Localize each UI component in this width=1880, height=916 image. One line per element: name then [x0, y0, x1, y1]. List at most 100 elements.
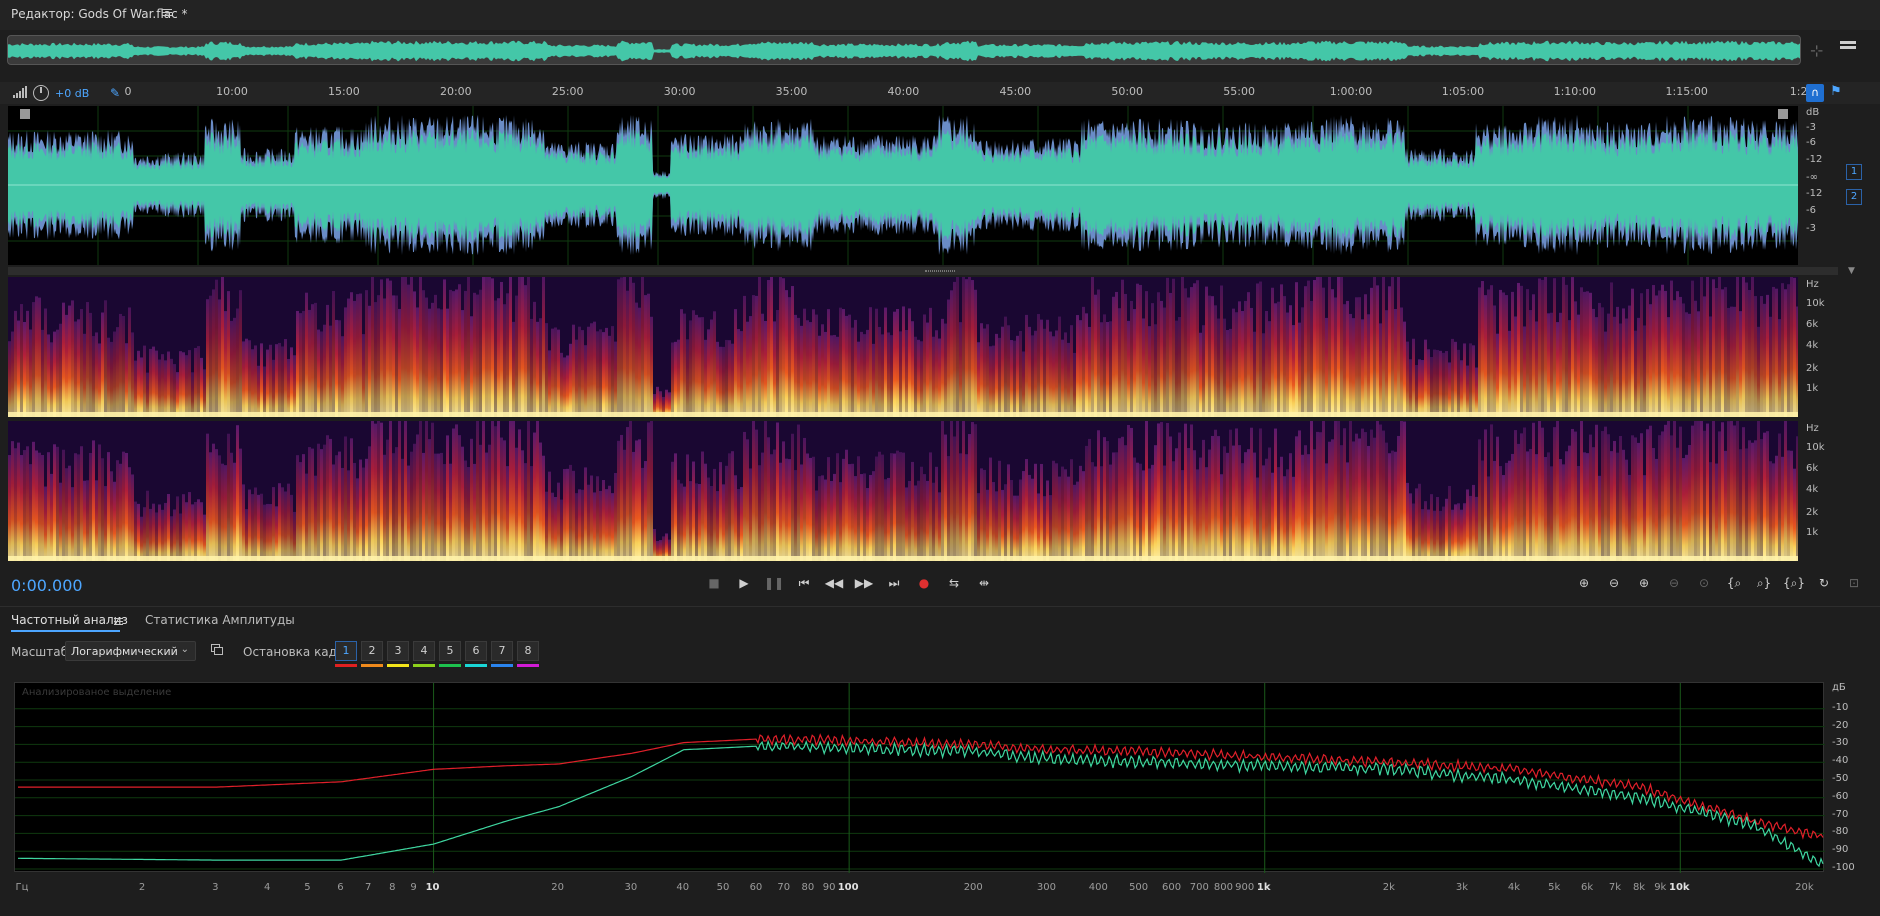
- freeze-frame-button-3[interactable]: 3: [387, 641, 409, 661]
- zoom-selection-button[interactable]: ⊙: [1692, 574, 1716, 592]
- ruler-tick-label: 1:2: [1789, 85, 1808, 98]
- hz-scale-label: 6k: [1806, 319, 1819, 330]
- hz-scale-label: 1k: [1806, 527, 1819, 538]
- copy-icon[interactable]: [211, 644, 224, 656]
- spectrogram-channel-1[interactable]: [8, 277, 1798, 417]
- reset-zoom-button[interactable]: ↻: [1812, 574, 1836, 592]
- ruler-tick-label: 1:05:00: [1441, 85, 1485, 98]
- frequency-tick-label: 8k: [1632, 882, 1646, 893]
- go-to-end-button[interactable]: ⏭: [883, 574, 905, 592]
- zoom-in-left-button[interactable]: {⌕: [1722, 574, 1746, 592]
- zoom-fit-button[interactable]: ⊡: [1842, 574, 1866, 592]
- db-tick-label: -50: [1832, 773, 1849, 784]
- multitrack-icon[interactable]: [1840, 41, 1856, 55]
- zoom-out-amplitude-button[interactable]: ⊖: [1602, 574, 1626, 592]
- spectrogram-channel-2[interactable]: [8, 421, 1798, 561]
- frequency-tick-label: 9k: [1654, 882, 1667, 893]
- hz-scale-label: Hz: [1806, 423, 1819, 434]
- marker-icon[interactable]: ⚑: [1828, 84, 1844, 102]
- tab-frequency-analysis[interactable]: Частотный анализ: [11, 613, 128, 627]
- freeze-frame-button-8[interactable]: 8: [517, 641, 539, 661]
- hz-scale-label: 4k: [1806, 484, 1819, 495]
- transport-bar: [0, 568, 1880, 604]
- zoom-in-time-button[interactable]: ⊕: [1632, 574, 1656, 592]
- hz-scale-label: 2k: [1806, 507, 1819, 518]
- spectrogram-hz-scale-1: Hz 10k 6k 4k 2k 1k: [1800, 277, 1840, 417]
- zoom-in-amplitude-button[interactable]: ⊕: [1572, 574, 1596, 592]
- volume-value[interactable]: +0 dB: [55, 87, 89, 100]
- freeze-frame-color: [361, 664, 383, 667]
- zoom-in-right-button[interactable]: ⌕}: [1752, 574, 1776, 592]
- frequency-analysis-graph[interactable]: [14, 682, 1825, 873]
- frequency-tick-label: 6k: [1581, 882, 1594, 893]
- fast-forward-button[interactable]: ▶▶: [853, 574, 875, 592]
- db-tick-label: -100: [1832, 862, 1855, 873]
- db-scale-label: -6: [1806, 205, 1816, 216]
- volume-knob[interactable]: [33, 85, 49, 101]
- ruler-ticks: 0 10:00 15:00 20:00 25:00 30:00 35:00 40:00 45:0…: [118, 82, 1808, 104]
- zoom-out-both-button[interactable]: {⌕}: [1782, 574, 1806, 592]
- db-tick-label: -80: [1832, 826, 1849, 838]
- ruler-tick-label: 40:00: [887, 85, 920, 98]
- ruler-tick-label: 50:00: [1111, 85, 1144, 98]
- ruler-tick-label: 20:00: [439, 85, 472, 98]
- freeze-frame-color: [335, 664, 357, 667]
- overview-waveform[interactable]: [7, 35, 1801, 65]
- freeze-frame-color: [439, 664, 461, 667]
- snap-icon[interactable]: ∩: [1806, 84, 1824, 102]
- frequency-tick-label: 80: [801, 882, 815, 893]
- view-separator[interactable]: [8, 267, 1838, 275]
- timecode[interactable]: 0:00.000: [11, 576, 83, 595]
- scale-select-value: Логарифмический: [71, 645, 178, 658]
- record-button[interactable]: ●: [913, 574, 935, 592]
- pause-button[interactable]: ❚❚: [763, 574, 785, 592]
- panel-menu-icon[interactable]: [162, 7, 172, 19]
- freeze-frame-button-6[interactable]: 6: [465, 641, 487, 661]
- frequency-tick-label: 40: [676, 882, 690, 893]
- tab-amplitude-statistics[interactable]: Статистика Амплитуды: [145, 613, 295, 627]
- frequency-tick-label: 20k: [1795, 882, 1814, 893]
- overview-wave-shape: [8, 40, 1800, 62]
- play-button[interactable]: ▶: [733, 574, 755, 592]
- frequency-tick-label: 60: [749, 882, 763, 893]
- freeze-frame-color: [465, 664, 487, 667]
- chevron-down-icon: ⌄: [180, 644, 189, 655]
- scale-label: Масштаб:: [11, 645, 73, 659]
- separator-grip[interactable]: [925, 270, 955, 272]
- db-scale-label: -∞: [1806, 172, 1818, 183]
- frequency-tick-label: 7k: [1608, 882, 1621, 893]
- stop-button[interactable]: ■: [703, 574, 725, 592]
- freeze-frame-button-5[interactable]: 5: [439, 641, 461, 661]
- frequency-tick-label: Гц: [15, 882, 29, 893]
- db-tick-label: -70: [1832, 808, 1849, 820]
- waveform-display[interactable]: [8, 106, 1798, 265]
- frequency-tick-label: 600: [1161, 882, 1182, 893]
- freeze-frame-button-7[interactable]: 7: [491, 641, 513, 661]
- rewind-button[interactable]: ◀◀: [823, 574, 845, 592]
- frequency-tick-label: 2: [138, 882, 146, 893]
- scale-select[interactable]: Логарифмический ⌄: [65, 641, 196, 661]
- frequency-tick-label: 9: [410, 882, 417, 893]
- freeze-frame-button-4[interactable]: 4: [413, 641, 435, 661]
- skip-selection-button[interactable]: ⇹: [973, 574, 995, 592]
- frequency-tick-label: 1k: [1256, 882, 1271, 893]
- loop-button[interactable]: ⇆: [943, 574, 965, 592]
- db-scale-label: -3: [1806, 122, 1816, 133]
- ruler-tick-label: 10:00: [216, 85, 248, 98]
- chevron-down-icon[interactable]: ▼: [1848, 266, 1855, 276]
- hz-scale-label: 1k: [1806, 383, 1819, 394]
- channel-1-button[interactable]: 1: [1846, 164, 1862, 180]
- frequency-tick-label: 2k: [1382, 882, 1395, 893]
- audio-editor-window: Редактор: Gods Of War.flac * ⊹ +0 dB ✎ 0…: [0, 0, 1880, 916]
- waveform-db-scale: dB -3 -6 -12 -∞ -12 -6 -3: [1800, 106, 1840, 265]
- ruler-tick-label: 1:15:00: [1665, 85, 1708, 98]
- zoom-lock-icon[interactable]: ⊹: [1810, 41, 1828, 60]
- zoom-out-full-button[interactable]: ⊖: [1662, 574, 1686, 592]
- tab-menu-icon[interactable]: [114, 616, 123, 626]
- freeze-frame-button-2[interactable]: 2: [361, 641, 383, 661]
- go-to-start-button[interactable]: ⏮: [793, 574, 815, 592]
- freeze-frame-button-1[interactable]: 1: [335, 641, 357, 661]
- frequency-tick-label: 100: [837, 882, 859, 893]
- channel-2-button[interactable]: 2: [1846, 189, 1862, 205]
- frequency-tick-label: 3k: [1455, 882, 1469, 893]
